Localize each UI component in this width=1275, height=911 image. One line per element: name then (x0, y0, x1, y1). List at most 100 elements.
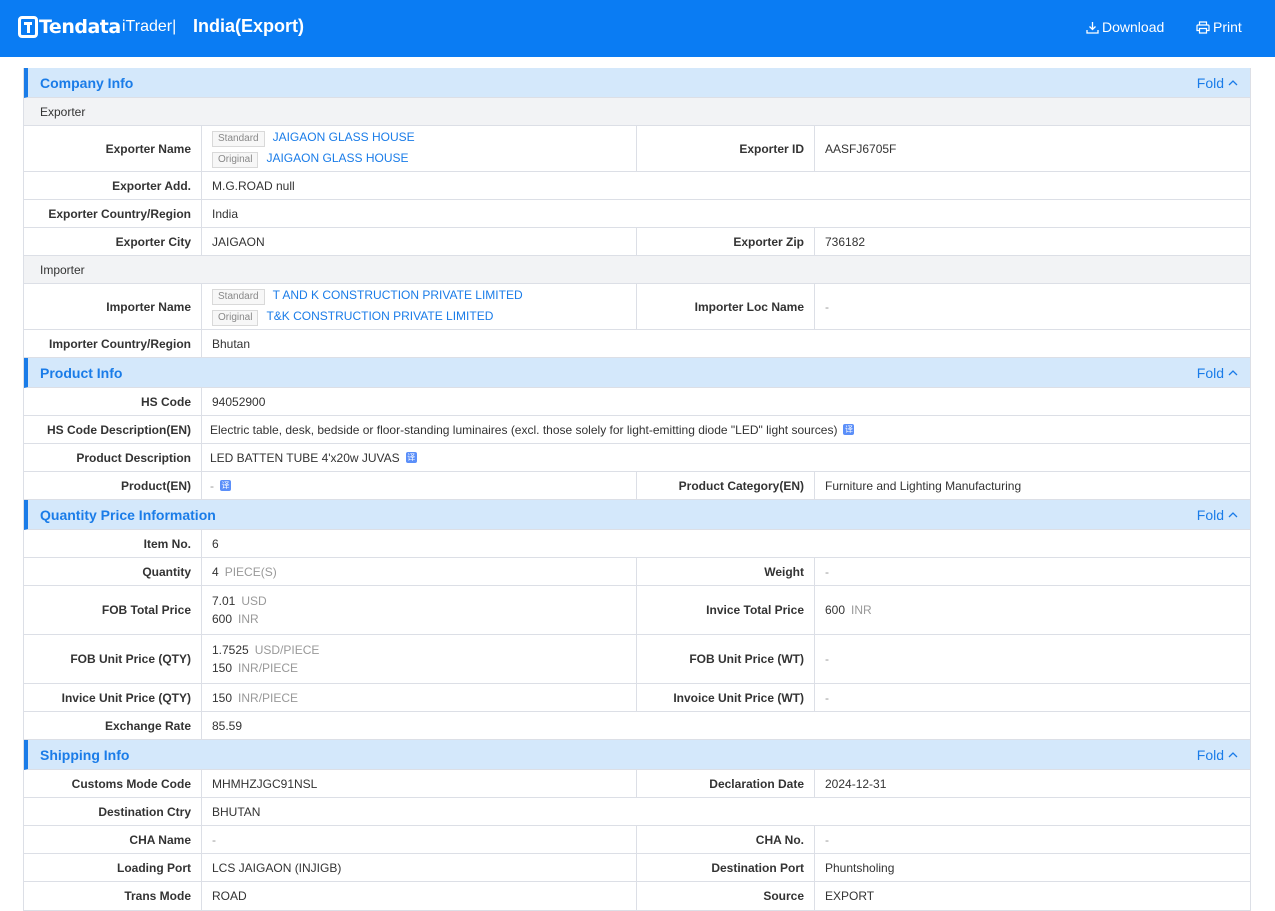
original-tag: Original (212, 151, 259, 168)
translate-icon[interactable]: 译 (220, 480, 231, 491)
download-button[interactable]: Download (1086, 19, 1164, 35)
field-label: Exporter Name (24, 126, 202, 171)
field-value: Standard JAIGAON GLASS HOUSE Original JAIG… (202, 126, 637, 171)
fob-unit-inr: 150 (212, 661, 233, 675)
field-label: HS Code Description(EN) (24, 416, 202, 443)
customs-mode-value: MHMHZJGC91NSL (202, 770, 637, 797)
standard-tag: Standard (212, 130, 265, 147)
field-label: Source (637, 882, 815, 910)
row-quantity: Quantity 4 PIECE(S) Weight - (24, 558, 1250, 586)
subsection-exporter: Exporter (24, 98, 1250, 126)
field-label: Trans Mode (24, 882, 202, 910)
field-label: FOB Unit Price (WT) (637, 635, 815, 683)
destination-port-value: Phuntsholing (825, 860, 895, 875)
weight-value: - (825, 564, 829, 579)
currency-unit: USD (241, 594, 267, 608)
field-label: Invice Unit Price (QTY) (24, 684, 202, 711)
field-label: Exporter Zip (637, 228, 815, 255)
row-cha: CHA Name - CHA No. - (24, 826, 1250, 854)
print-label: Print (1213, 19, 1242, 35)
importer-country-value: Bhutan (212, 336, 251, 351)
fold-button[interactable]: Fold (1197, 747, 1238, 763)
printer-icon (1196, 20, 1210, 34)
exporter-name-original-link[interactable]: JAIGAON GLASS HOUSE (266, 151, 408, 165)
product-name: iTrader| (122, 18, 177, 35)
row-invoice-unit-price: Invice Unit Price (QTY) 150 INR/PIECE In… (24, 684, 1250, 712)
destination-ctry-value: BHUTAN (212, 804, 261, 819)
row-product-description: Product Description LED BATTEN TUBE 4'x2… (24, 444, 1250, 472)
chevron-up-icon (1228, 370, 1238, 376)
importer-name-original-link[interactable]: T&K CONSTRUCTION PRIVATE LIMITED (266, 309, 493, 323)
fold-button[interactable]: Fold (1197, 507, 1238, 523)
row-exporter-country: Exporter Country/Region India (24, 200, 1250, 228)
section-product-info: Product Info Fold (24, 358, 1250, 388)
source-value: EXPORT (825, 889, 875, 903)
translate-icon[interactable]: 译 (843, 424, 855, 435)
row-hs-code: HS Code 94052900 (24, 388, 1250, 416)
currency-unit: INR (238, 612, 259, 626)
product-description-value: LED BATTEN TUBE 4'x20w JUVAS (210, 450, 400, 465)
item-no-value: 6 (212, 536, 219, 551)
fold-button[interactable]: Fold (1197, 75, 1238, 91)
row-exporter-name: Exporter Name Standard JAIGAON GLASS HOUS… (24, 126, 1250, 172)
field-label: Exporter Country/Region (24, 200, 202, 227)
importer-name-standard-link[interactable]: T AND K CONSTRUCTION PRIVATE LIMITED (273, 288, 523, 302)
row-destination-ctry: Destination Ctry BHUTAN (24, 798, 1250, 826)
fold-button[interactable]: Fold (1197, 365, 1238, 381)
row-product-en: Product(EN) - 译 Product Category(EN) Fur… (24, 472, 1250, 500)
logo-mark-icon (18, 16, 38, 38)
fold-label: Fold (1196, 746, 1224, 763)
field-value: LED BATTEN TUBE 4'x20w JUVAS 译 (202, 444, 1250, 471)
row-trans-mode: Trans Mode ROAD Source EXPORT (24, 882, 1250, 910)
page-title: India(Export) (193, 16, 304, 36)
price-unit: USD/PIECE (254, 643, 320, 657)
top-bar: Tendata iTrader| India(Export) Download … (0, 0, 1275, 57)
fob-unit-usd: 1.7525 (212, 643, 249, 657)
exporter-country-value: India (212, 206, 239, 221)
field-label: Invoice Unit Price (WT) (637, 684, 815, 711)
row-exporter-address: Exporter Add. M.G.ROAD null (24, 172, 1250, 200)
subsection-importer: Importer (24, 256, 1250, 284)
row-customs-mode: Customs Mode Code MHMHZJGC91NSL Declarat… (24, 770, 1250, 798)
field-label: Importer Loc Name (637, 284, 815, 329)
exporter-name-standard-link[interactable]: JAIGAON GLASS HOUSE (273, 130, 415, 144)
hs-code-value: 94052900 (212, 394, 266, 409)
section-shipping-info: Shipping Info Fold (24, 740, 1250, 770)
row-hs-description: HS Code Description(EN) Electric table, … (24, 416, 1250, 444)
translate-icon[interactable]: 译 (405, 452, 417, 463)
hs-description-value: Electric table, desk, bedside or floor-s… (210, 422, 838, 437)
field-label: Quantity (24, 558, 202, 585)
fob-total-usd: 7.01 (212, 594, 236, 608)
detail-panel: Company Info Fold Exporter Exporter Name… (23, 68, 1251, 911)
print-button[interactable]: Print (1196, 19, 1242, 35)
row-importer-country: Importer Country/Region Bhutan (24, 330, 1250, 358)
invoice-unit-qty-value: 150 (212, 690, 233, 705)
field-label: Product Description (24, 444, 202, 471)
field-value: 150 INR/PIECE (202, 684, 637, 711)
loading-port-value: LCS JAIGAON (INJIGB) (202, 854, 637, 881)
field-value: 600 INR (815, 586, 1250, 634)
cha-no-value: - (825, 832, 829, 847)
section-title: Shipping Info (40, 746, 130, 763)
row-ports: Loading Port LCS JAIGAON (INJIGB) Destin… (24, 854, 1250, 882)
fob-unit-wt-value: - (825, 652, 829, 666)
exporter-id-value: AASFJ6705F (825, 141, 897, 156)
field-label: Item No. (24, 530, 202, 557)
price-unit: INR/PIECE (238, 690, 299, 705)
fob-total-inr: 600 (212, 612, 233, 626)
field-label: HS Code (24, 388, 202, 415)
tendata-logo[interactable]: Tendata (18, 13, 121, 41)
field-label: Exchange Rate (24, 712, 202, 739)
row-exchange-rate: Exchange Rate 85.59 (24, 712, 1250, 740)
field-label: Product(EN) (24, 472, 202, 499)
product-category-value: Furniture and Lighting Manufacturing (825, 478, 1022, 493)
field-value: 7.01 USD 600 INR (202, 586, 637, 634)
row-fob-total: FOB Total Price 7.01 USD 600 INR Invice To… (24, 586, 1250, 635)
section-company-info: Company Info Fold (24, 68, 1250, 98)
field-label: Destination Port (637, 854, 815, 881)
row-fob-unit-price: FOB Unit Price (QTY) 1.7525 USD/PIECE 150… (24, 635, 1250, 684)
row-importer-name: Importer Name Standard T AND K CONSTRUCTI… (24, 284, 1250, 330)
field-value: 4 PIECE(S) (202, 558, 637, 585)
field-label: FOB Unit Price (QTY) (24, 635, 202, 683)
field-label: Customs Mode Code (24, 770, 202, 797)
